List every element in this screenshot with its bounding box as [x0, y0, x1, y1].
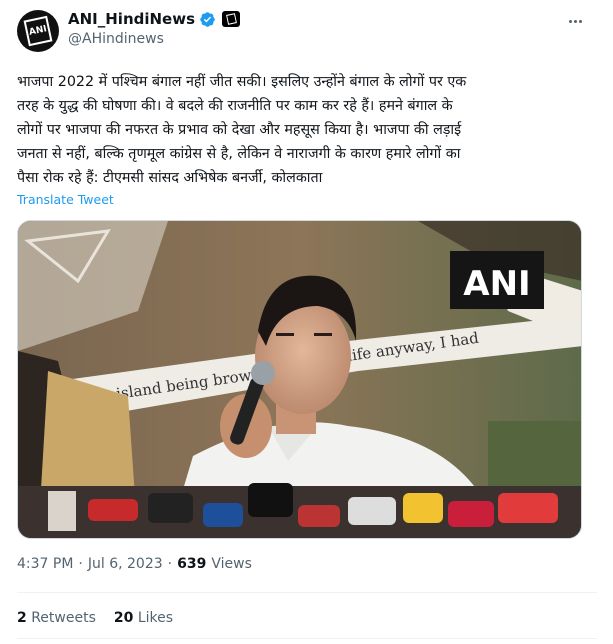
press-conference-photo: the island being brow life anyway, I had — [18, 221, 581, 538]
divider — [17, 638, 597, 639]
retweets-label: Retweets — [31, 610, 96, 626]
tweet-text-line: लोगों पर भाजपा की नफरत के प्रभाव को देखा… — [17, 122, 462, 138]
avatar[interactable]: ANI — [17, 10, 59, 52]
likes-count: 20 — [113, 610, 134, 626]
retweets-stat[interactable]: 2 Retweets — [17, 610, 96, 626]
tweet-card: ANI ANI_HindiNews @AHindinews भाजपा 2022… — [0, 0, 613, 644]
tweet-meta: 4:37 PM · Jul 6, 2023 · 639 Views — [17, 556, 252, 572]
tweet-date[interactable]: Jul 6, 2023 — [88, 556, 163, 572]
verified-badge-icon — [200, 11, 215, 27]
retweets-count: 2 — [17, 610, 27, 626]
tweet-text-line: तरह के युद्ध की घोषणा की। वे बदले की राज… — [17, 98, 453, 114]
author-name-row: ANI_HindiNews — [68, 10, 241, 28]
display-name[interactable]: ANI_HindiNews — [68, 10, 195, 28]
affiliate-badge-icon[interactable] — [222, 11, 241, 27]
views-label: Views — [211, 556, 252, 572]
meta-separator: · — [78, 556, 83, 572]
ani-watermark: ANI — [463, 264, 530, 304]
meta-separator: · — [167, 556, 173, 572]
tweet-photo[interactable]: the island being brow life anyway, I had — [17, 220, 582, 539]
views-count: 639 — [177, 556, 207, 572]
ani-logo: ANI — [23, 15, 53, 47]
likes-label: Likes — [137, 610, 174, 626]
engagement-stats: 2 Retweets 20 Likes — [17, 610, 173, 626]
tweet-text-line: पैसा रोक रहे हैं: टीएमसी सांसद अभिषेक बन… — [17, 170, 323, 186]
tweet-text: भाजपा 2022 में पश्चिम बंगाल नहीं जीत सकी… — [17, 70, 587, 190]
tweet-text-line: जनता से नहीं, बल्कि तृणमूल कांग्रेस से ह… — [17, 146, 461, 162]
more-options-icon[interactable] — [566, 12, 584, 30]
tweet-time[interactable]: 4:37 PM — [17, 556, 73, 572]
translate-tweet-link[interactable]: Translate Tweet — [17, 192, 114, 207]
divider — [17, 592, 597, 593]
handle[interactable]: @AHindinews — [68, 31, 164, 47]
likes-stat[interactable]: 20 Likes — [114, 610, 173, 626]
tweet-text-line: भाजपा 2022 में पश्चिम बंगाल नहीं जीत सकी… — [17, 74, 467, 90]
